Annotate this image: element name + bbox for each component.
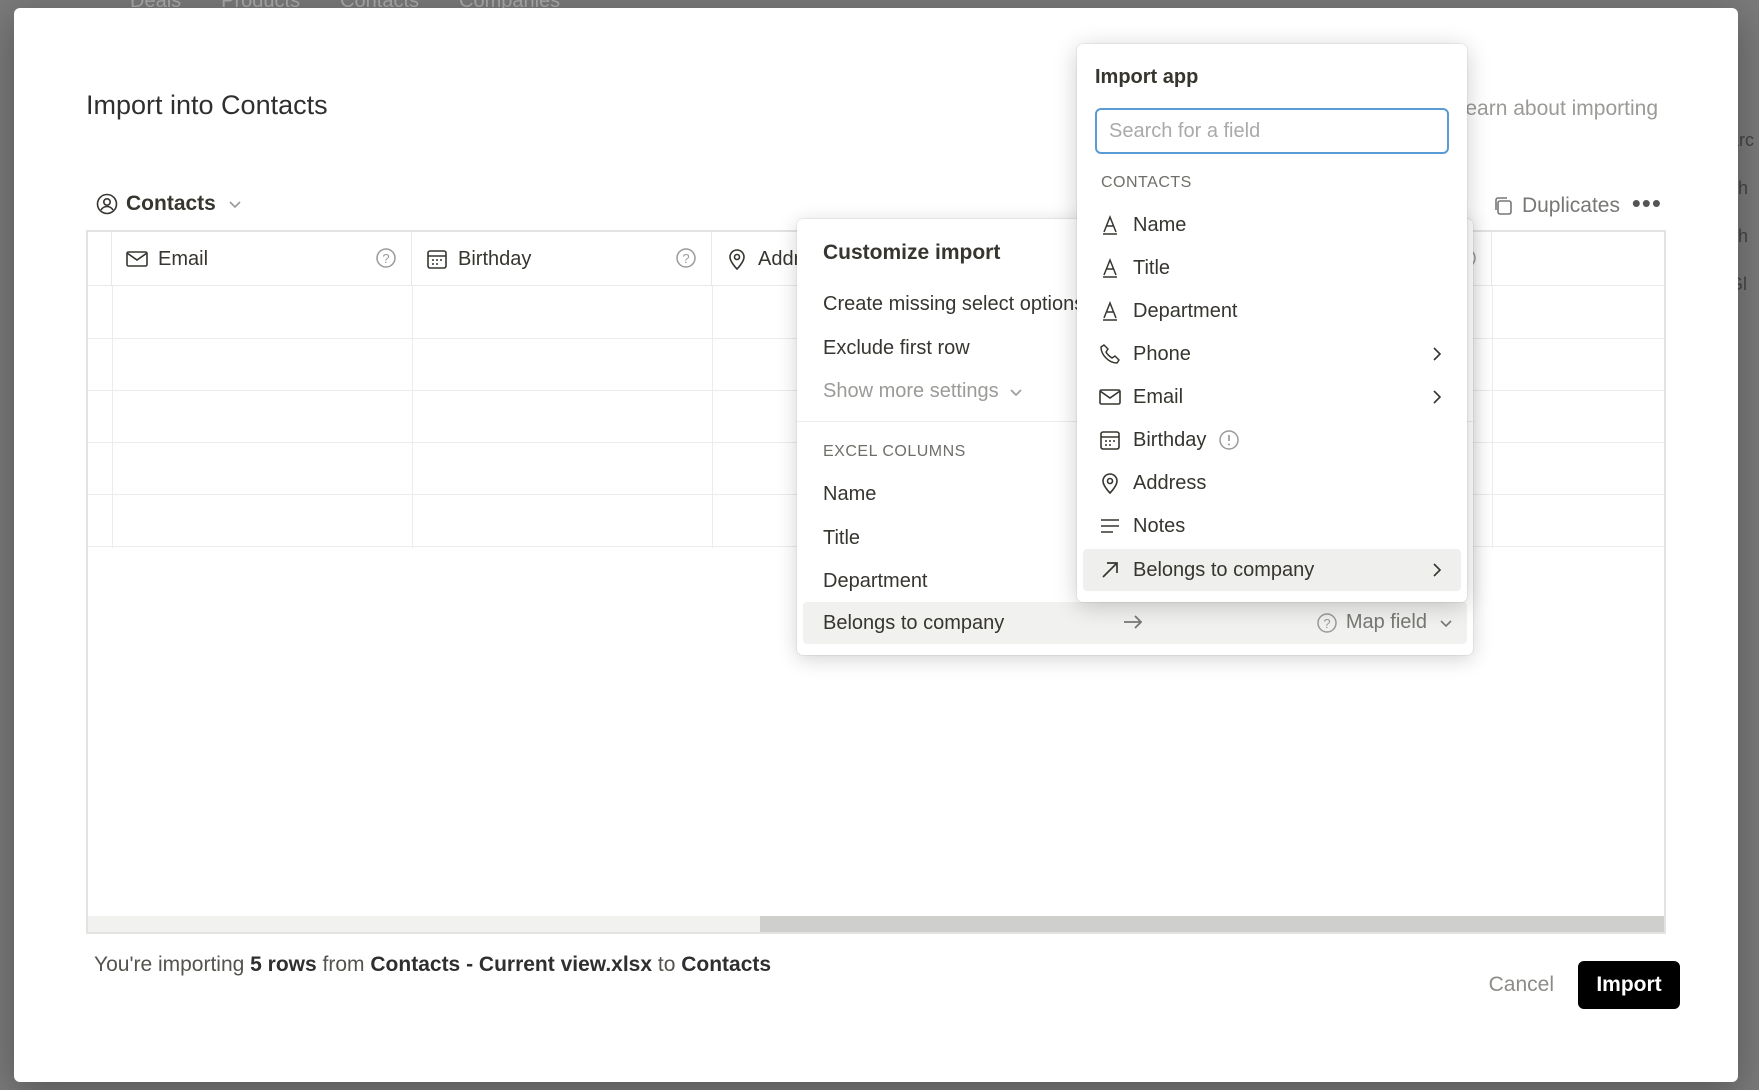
calendar-icon bbox=[426, 248, 448, 270]
source-selector[interactable]: Contacts bbox=[96, 192, 246, 216]
grid-divider bbox=[112, 286, 113, 548]
chevron-right-icon bbox=[1429, 561, 1445, 579]
field-option-notes[interactable]: Notes bbox=[1083, 505, 1461, 547]
excel-column-department[interactable]: Department bbox=[823, 570, 928, 593]
field-picker-popover: Import app CONTACTS Name Title Departmen… bbox=[1077, 44, 1467, 602]
warning-icon bbox=[1218, 429, 1240, 451]
user-circle-icon bbox=[96, 193, 118, 215]
column-label: Email bbox=[158, 247, 209, 270]
svg-text:?: ? bbox=[382, 251, 389, 266]
grid-divider bbox=[1492, 286, 1493, 548]
map-field-label: Map field bbox=[1345, 611, 1427, 633]
field-label: Phone bbox=[1133, 342, 1191, 365]
excel-column-title[interactable]: Title bbox=[823, 527, 860, 550]
field-label: Notes bbox=[1133, 514, 1186, 537]
calendar-icon bbox=[1099, 429, 1121, 451]
import-summary: You're importing 5 rows from Contacts - … bbox=[94, 953, 771, 977]
duplicate-icon bbox=[1492, 195, 1514, 217]
source-label: Contacts bbox=[126, 192, 216, 215]
column-header-email[interactable]: Email ? bbox=[112, 232, 412, 286]
help-icon: ? bbox=[1316, 612, 1338, 634]
field-label: Email bbox=[1133, 385, 1184, 408]
chevron-right-icon bbox=[1429, 345, 1445, 363]
location-icon bbox=[1099, 472, 1121, 494]
field-option-title[interactable]: Title bbox=[1083, 247, 1461, 289]
column-label: Addr bbox=[758, 247, 801, 270]
show-more-label: Show more settings bbox=[823, 380, 999, 402]
location-icon bbox=[726, 248, 748, 270]
chevron-down-icon bbox=[1005, 381, 1027, 403]
field-label: Title bbox=[1133, 256, 1171, 279]
help-icon[interactable]: ? bbox=[675, 247, 697, 269]
scrollbar-thumb[interactable] bbox=[760, 916, 1664, 932]
field-label: Address bbox=[1133, 471, 1207, 494]
text-icon bbox=[1099, 257, 1121, 279]
phone-icon bbox=[1099, 343, 1121, 365]
duplicates-button[interactable]: Duplicates bbox=[1492, 194, 1620, 218]
customize-title: Customize import bbox=[823, 241, 1001, 264]
chevron-down-icon bbox=[1435, 612, 1457, 634]
duplicates-label: Duplicates bbox=[1521, 194, 1620, 217]
field-option-department[interactable]: Department bbox=[1083, 290, 1461, 332]
chevron-down-icon bbox=[224, 193, 246, 215]
map-field-dropdown[interactable]: ? Map field bbox=[1316, 611, 1457, 634]
contacts-section-heading: CONTACTS bbox=[1101, 174, 1192, 191]
grid-divider bbox=[712, 286, 713, 548]
help-icon[interactable]: ? bbox=[375, 247, 397, 269]
field-search-input[interactable] bbox=[1095, 108, 1449, 154]
mail-icon bbox=[126, 248, 148, 270]
summary-text: from bbox=[322, 953, 365, 976]
summary-text: to bbox=[657, 953, 676, 976]
column-label: Belongs to company bbox=[823, 612, 1005, 634]
field-option-birthday[interactable]: Birthday bbox=[1083, 419, 1461, 461]
svg-text:?: ? bbox=[682, 251, 689, 266]
row-count: 5 rows bbox=[250, 953, 317, 976]
mail-icon bbox=[1099, 386, 1121, 408]
show-more-settings[interactable]: Show more settings bbox=[823, 380, 1027, 403]
svg-text:?: ? bbox=[1323, 616, 1330, 631]
exclude-first-row-toggle[interactable]: Exclude first row bbox=[823, 337, 970, 360]
target-name: Contacts bbox=[681, 953, 772, 976]
excel-columns-heading: EXCEL COLUMNS bbox=[823, 443, 966, 460]
field-label: Birthday bbox=[1133, 428, 1207, 451]
field-option-address[interactable]: Address bbox=[1083, 462, 1461, 504]
notes-icon bbox=[1099, 515, 1121, 537]
file-name: Contacts - Current view.xlsx bbox=[370, 953, 653, 976]
modal-title: Import into Contacts bbox=[86, 90, 328, 120]
field-label: Name bbox=[1133, 213, 1187, 236]
field-label: Department bbox=[1133, 299, 1238, 322]
column-header-partial bbox=[88, 232, 112, 286]
field-option-belongs-to-company[interactable]: Belongs to company bbox=[1083, 549, 1461, 591]
grid-divider bbox=[412, 286, 413, 548]
learn-about-importing-link[interactable]: earn about importing bbox=[1465, 97, 1658, 121]
import-button[interactable]: Import bbox=[1578, 961, 1680, 1009]
relation-arrow-icon bbox=[1099, 559, 1121, 581]
field-option-email[interactable]: Email bbox=[1083, 376, 1461, 418]
field-option-name[interactable]: Name bbox=[1083, 204, 1461, 246]
column-label: Birthday bbox=[458, 247, 532, 270]
more-options-button[interactable]: ••• bbox=[1632, 188, 1662, 219]
summary-text: You're importing bbox=[94, 953, 245, 976]
arrow-right-icon bbox=[1121, 610, 1145, 634]
field-option-phone[interactable]: Phone bbox=[1083, 333, 1461, 375]
column-header-birthday[interactable]: Birthday ? bbox=[412, 232, 712, 286]
excel-column-name[interactable]: Name bbox=[823, 483, 876, 506]
cancel-button[interactable]: Cancel bbox=[1489, 973, 1554, 997]
picker-title: Import app bbox=[1095, 66, 1199, 88]
text-icon bbox=[1099, 214, 1121, 236]
chevron-right-icon bbox=[1429, 388, 1445, 406]
horizontal-scrollbar[interactable] bbox=[88, 916, 1664, 932]
create-missing-options-toggle[interactable]: Create missing select options bbox=[823, 293, 1084, 316]
field-label: Belongs to company bbox=[1133, 558, 1315, 581]
excel-column-belongs-to-company[interactable]: Belongs to company ? Map field bbox=[803, 602, 1467, 644]
text-icon bbox=[1099, 300, 1121, 322]
